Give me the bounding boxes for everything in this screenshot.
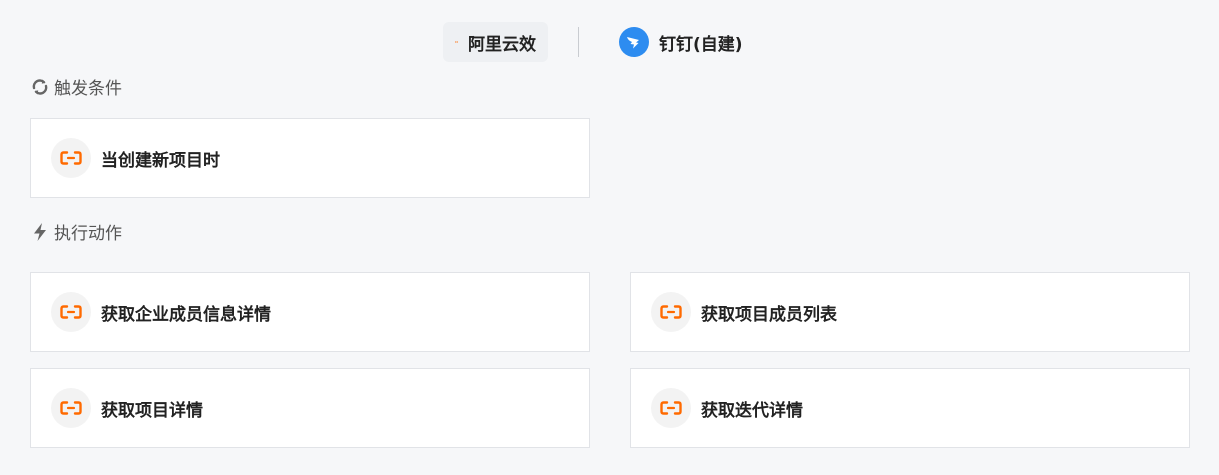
card-label: 当创建新项目时 — [101, 150, 220, 171]
card-label: 获取企业成员信息详情 — [101, 304, 271, 325]
card-logo — [51, 388, 91, 428]
card-logo — [51, 138, 91, 178]
action-card-get-iteration-details[interactable]: 获取迭代详情 — [630, 368, 1190, 448]
card-logo — [651, 292, 691, 332]
aliyun-logo-icon — [660, 305, 682, 319]
dingtalk-logo-icon — [619, 27, 649, 57]
action-card-get-project-members[interactable]: 获取项目成员列表 — [630, 272, 1190, 352]
card-label: 获取项目成员列表 — [701, 304, 837, 325]
trigger-card-create-project[interactable]: 当创建新项目时 — [30, 118, 590, 198]
refresh-icon — [30, 77, 50, 97]
action-section-title: 执行动作 — [30, 219, 122, 244]
tab-divider — [578, 27, 579, 57]
aliyun-logo-icon — [455, 41, 458, 43]
card-logo — [651, 388, 691, 428]
tab-aliyun-label: 阿里云效 — [468, 34, 536, 55]
app-tabs: 阿里云效 钉钉(自建) — [443, 22, 743, 62]
action-card-get-member-info[interactable]: 获取企业成员信息详情 — [30, 272, 590, 352]
trigger-section-title: 触发条件 — [30, 74, 122, 99]
action-section-label: 执行动作 — [54, 224, 122, 244]
tab-dingtalk[interactable]: 钉钉(自建) — [619, 22, 743, 62]
card-logo — [51, 292, 91, 332]
tab-dingtalk-label: 钉钉(自建) — [659, 34, 743, 55]
aliyun-logo-icon — [60, 305, 82, 319]
lightning-icon — [30, 222, 50, 242]
tab-aliyun-yunxiao[interactable]: 阿里云效 — [443, 22, 548, 62]
trigger-section-label: 触发条件 — [54, 79, 122, 99]
aliyun-logo-icon — [60, 401, 82, 415]
card-label: 获取项目详情 — [101, 400, 203, 421]
action-card-get-project-details[interactable]: 获取项目详情 — [30, 368, 590, 448]
card-label: 获取迭代详情 — [701, 400, 803, 421]
aliyun-logo-icon — [660, 401, 682, 415]
aliyun-logo-icon — [60, 151, 82, 165]
